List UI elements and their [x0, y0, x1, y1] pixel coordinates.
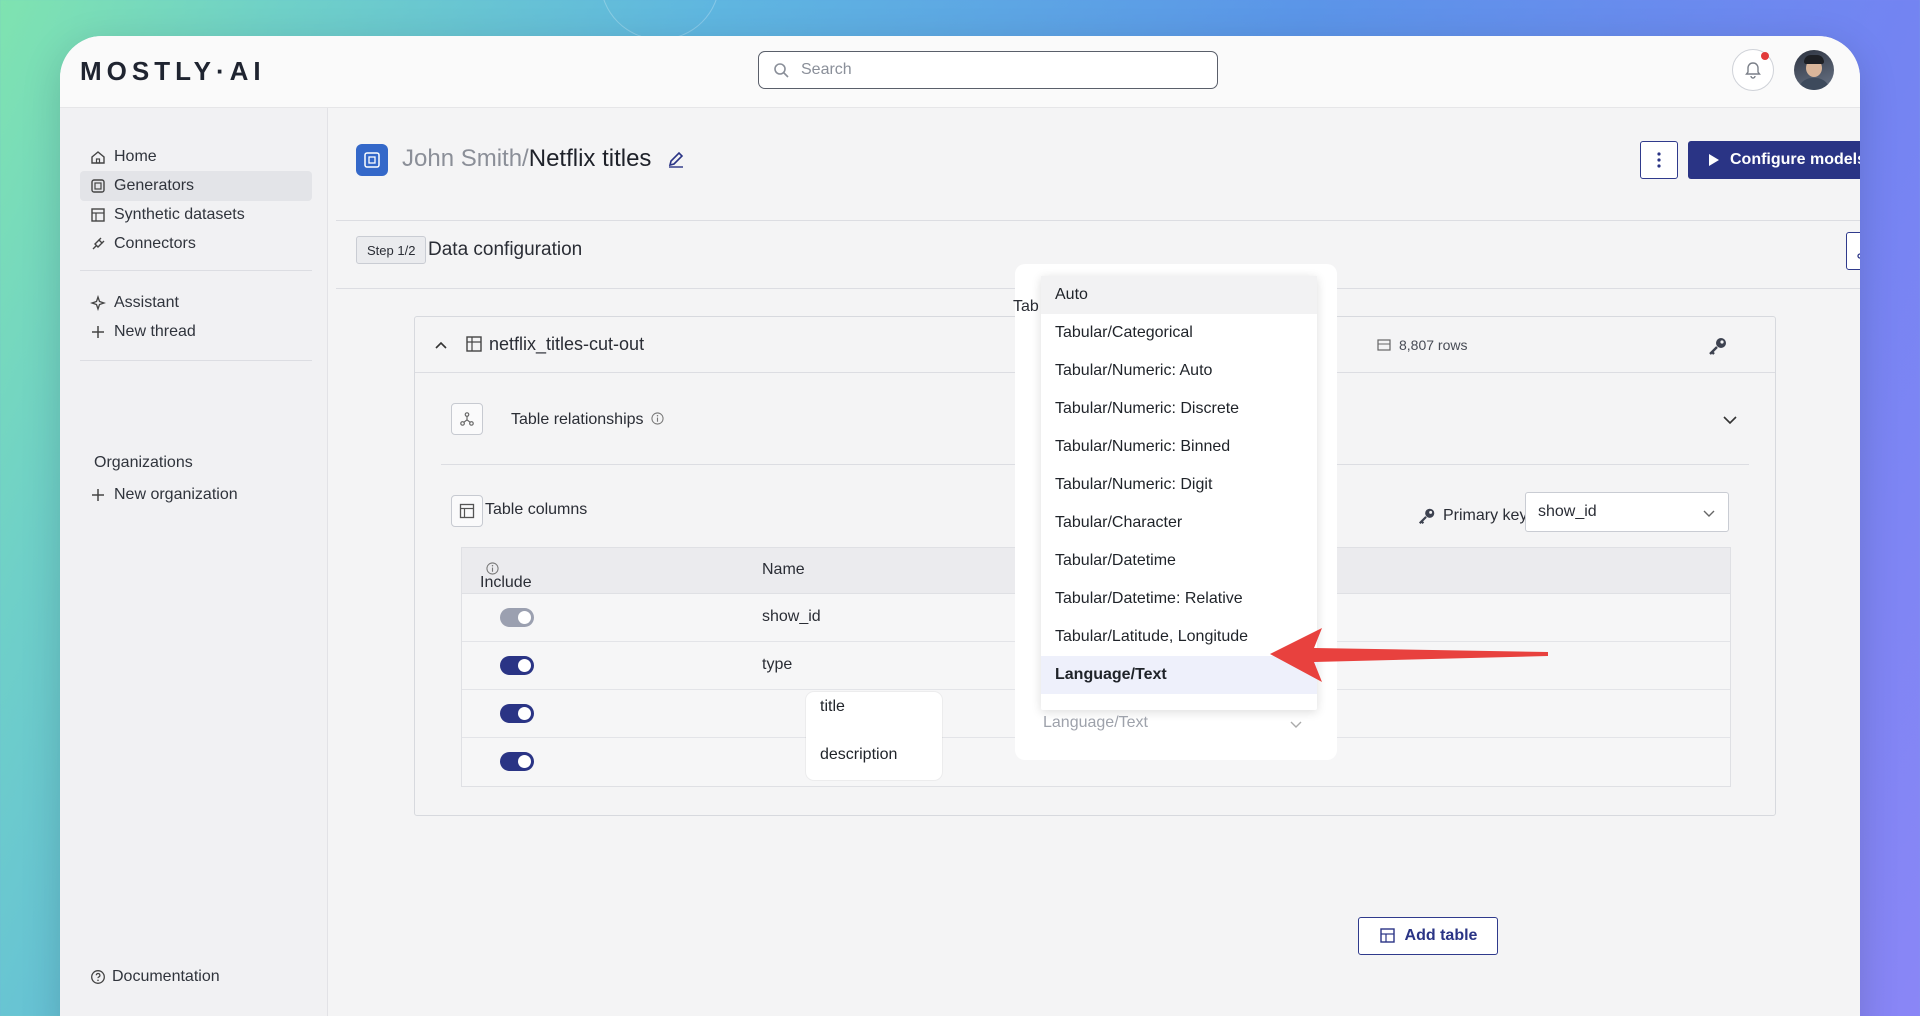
info-icon[interactable]: [651, 412, 664, 425]
table-icon: [466, 336, 482, 352]
primary-key-select[interactable]: show_id: [1525, 492, 1729, 532]
graph-icon: [460, 412, 474, 426]
dropdown-option[interactable]: Tabular/Numeric: Digit: [1041, 466, 1317, 504]
add-table-button[interactable]: Add table: [1358, 917, 1498, 955]
key-icon: [1418, 508, 1435, 525]
divider: [336, 220, 1860, 221]
search-icon: [774, 63, 789, 78]
sparkle-icon: [90, 295, 106, 311]
include-toggle: [500, 608, 534, 627]
dataset-icon: [91, 208, 105, 222]
plug-icon: [92, 237, 105, 250]
search-placeholder: Search: [801, 61, 852, 78]
sidebar-item-home[interactable]: Home: [80, 142, 312, 172]
dropdown-option[interactable]: Tabular/Character: [1041, 504, 1317, 542]
chevron-down-icon: [1290, 721, 1302, 728]
name-header: Name: [762, 561, 805, 578]
dropdown-option[interactable]: Tabular/Datetime: Relative: [1041, 580, 1317, 618]
dropdown-option[interactable]: Auto: [1041, 276, 1317, 314]
generator-icon: [91, 179, 105, 193]
column-name-description: description: [820, 746, 898, 763]
play-icon: [1708, 154, 1719, 166]
sidebar-item-assistant[interactable]: Assistant: [80, 288, 312, 318]
rows-icon: [1377, 339, 1391, 351]
app-window: MOSTLY·AI Search Home Generators Synthet…: [60, 36, 1860, 1016]
sidebar-item-connectors[interactable]: Connectors: [80, 229, 312, 259]
table-name: netflix_titles-cut-out: [489, 334, 645, 354]
sidebar-item-generators[interactable]: Generators: [80, 171, 312, 201]
include-header: Include: [480, 561, 532, 591]
dropdown-option[interactable]: Tabular/Numeric: Discrete: [1041, 390, 1317, 428]
relationship-graph-button[interactable]: [1846, 232, 1860, 270]
dropdown-option[interactable]: Tabular/Numeric: Binned: [1041, 428, 1317, 466]
dropdown-option[interactable]: Tabular/Categorical: [1041, 314, 1317, 352]
top-bar: MOSTLY·AI Search: [60, 36, 1860, 108]
help-circle-icon: [91, 970, 105, 984]
table-columns-label: Table columns: [485, 501, 588, 518]
include-toggle[interactable]: [500, 704, 534, 723]
dropdown-option[interactable]: Tabular/Numeric: Auto: [1041, 352, 1317, 390]
include-toggle[interactable]: [500, 752, 534, 771]
encoding-dropdown-highlight: Tab Auto Tabular/Categorical Tabular/Num…: [1013, 264, 1337, 760]
user-avatar[interactable]: [1794, 50, 1834, 90]
encoding-select-description[interactable]: Language/Text: [1043, 714, 1148, 732]
columns-icon-box: [451, 495, 483, 527]
sidebar-divider: [80, 270, 312, 271]
generator-name: Netflix titles: [528, 145, 652, 172]
table-columns-icon: [459, 503, 475, 519]
home-icon: [91, 151, 105, 164]
organizations-heading: Organizations: [94, 454, 193, 471]
plus-icon: [92, 326, 104, 338]
generator-badge-icon: [356, 144, 388, 176]
column-name: type: [762, 656, 793, 673]
background-decoration: [600, 0, 720, 40]
chevron-up-icon[interactable]: [433, 337, 449, 353]
plus-icon: [92, 489, 104, 501]
highlighted-column-names: title description: [806, 692, 942, 780]
dropdown-option[interactable]: Tabular/Datetime: [1041, 542, 1317, 580]
graph-icon: [1857, 253, 1860, 259]
documentation-link[interactable]: Documentation: [90, 968, 220, 986]
chevron-down-icon: [1703, 510, 1715, 517]
bell-icon: [1745, 62, 1761, 79]
breadcrumb-owner[interactable]: John Smith/: [402, 145, 529, 172]
key-settings-icon[interactable]: [1707, 335, 1729, 357]
more-options-button[interactable]: [1640, 141, 1678, 179]
card-tab-fragment: Tab: [1013, 298, 1039, 315]
relationships-icon-box: [451, 403, 483, 435]
step-title: Data configuration: [428, 239, 583, 260]
page-title: John Smith/Netflix titles: [402, 145, 686, 173]
notifications-button[interactable]: [1732, 49, 1774, 91]
sidebar-item-synthetic-datasets[interactable]: Synthetic datasets: [80, 200, 312, 230]
kebab-icon: [1657, 152, 1661, 168]
notification-badge: [1761, 52, 1769, 60]
include-toggle[interactable]: [500, 656, 534, 675]
sidebar: Home Generators Synthetic datasets Conne…: [60, 108, 328, 1016]
row-count: 8,807 rows: [1377, 337, 1467, 353]
sidebar-divider: [80, 360, 312, 361]
sidebar-item-new-organization[interactable]: New organization: [80, 480, 312, 510]
chevron-down-icon[interactable]: [1721, 411, 1739, 429]
add-table-icon: [1379, 928, 1395, 943]
column-name-title: title: [820, 698, 845, 715]
sidebar-item-new-thread[interactable]: New thread: [80, 317, 312, 347]
logo[interactable]: MOSTLY·AI: [80, 56, 266, 87]
table-relationships-label: Table relationships: [511, 411, 664, 429]
step-badge: Step 1/2: [356, 236, 427, 264]
edit-icon[interactable]: [666, 149, 686, 169]
search-input[interactable]: Search: [758, 51, 1218, 89]
annotation-arrow: [1270, 628, 1548, 682]
column-name: show_id: [762, 608, 821, 625]
configure-models-button[interactable]: Configure models: [1688, 141, 1860, 179]
